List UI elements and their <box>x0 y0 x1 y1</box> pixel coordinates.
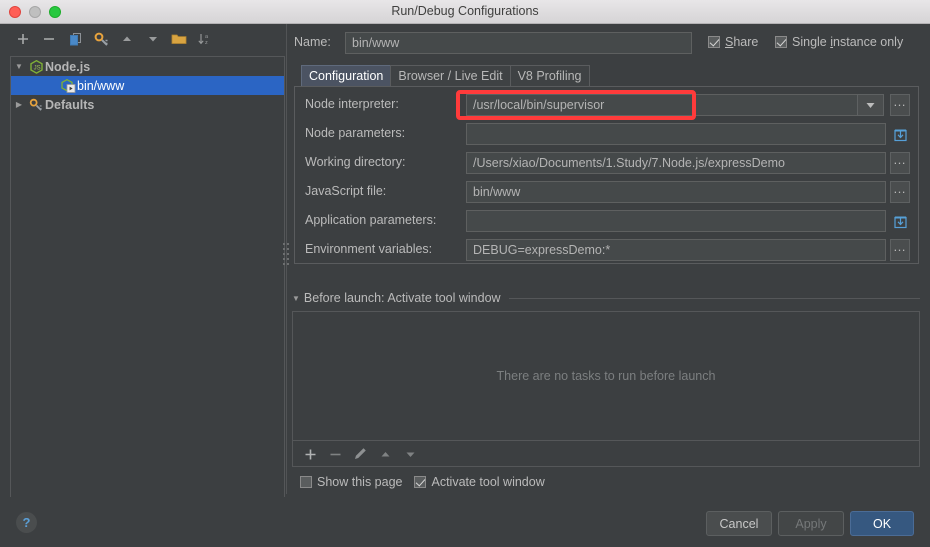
share-checkbox[interactable]: Share <box>708 35 758 49</box>
nodejs-icon: JS <box>27 59 45 74</box>
move-up-icon[interactable] <box>116 28 138 50</box>
sort-alphabetically-icon[interactable]: a z <box>194 28 216 50</box>
cancel-button[interactable]: Cancel <box>706 511 772 536</box>
tab-v8-profiling[interactable]: V8 Profiling <box>509 65 590 86</box>
field-row-application-parameters: Application parameters: <box>295 210 918 232</box>
tree-twisty-collapsed-icon[interactable]: ▶ <box>11 100 27 109</box>
working-directory-label: Working directory: <box>305 155 406 169</box>
before-launch-divider <box>508 297 920 299</box>
before-launch-task-list[interactable]: There are no tasks to run before launch <box>292 311 920 441</box>
footer-divider <box>0 497 930 498</box>
add-task-button[interactable] <box>301 445 319 463</box>
working-directory-input[interactable]: /Users/xiao/Documents/1.Study/7.Node.js/… <box>466 152 886 174</box>
splitter-grip-handle[interactable] <box>283 243 290 271</box>
node-parameters-label: Node parameters: <box>305 126 406 140</box>
activate-tool-window-label: Activate tool window <box>431 475 545 489</box>
svg-text:JS: JS <box>33 65 40 71</box>
node-parameters-expand-icon[interactable] <box>890 123 910 145</box>
node-interpreter-input[interactable]: /usr/local/bin/supervisor <box>466 94 858 116</box>
configurations-tree[interactable]: ▼ JS Node.js bin/www ▶ Defaults <box>10 56 285 498</box>
environment-variables-input[interactable]: DEBUG=expressDemo:* <box>466 239 886 261</box>
field-row-node-interpreter: Node interpreter: /usr/local/bin/supervi… <box>295 94 918 116</box>
tree-twisty-expanded-icon[interactable]: ▼ <box>11 62 27 71</box>
name-label: Name: <box>294 35 331 49</box>
tab-configuration[interactable]: Configuration <box>301 65 392 86</box>
before-launch-header[interactable]: ▼ Before launch: Activate tool window <box>292 291 920 305</box>
single-instance-checkbox[interactable]: Single instance only <box>775 35 903 49</box>
add-configuration-button[interactable] <box>12 28 34 50</box>
before-launch-empty-text: There are no tasks to run before launch <box>496 369 716 383</box>
name-row: Name: bin/www Share Single instance only <box>294 32 924 54</box>
folder-icon[interactable] <box>168 28 190 50</box>
field-row-working-directory: Working directory: /Users/xiao/Documents… <box>295 152 918 174</box>
ok-button[interactable]: OK <box>850 511 914 536</box>
application-parameters-input[interactable] <box>466 210 886 232</box>
environment-variables-label: Environment variables: <box>305 242 433 256</box>
edit-defaults-wrench-icon[interactable] <box>90 28 112 50</box>
activate-tool-window-checkbox-box[interactable] <box>414 476 427 488</box>
wrench-icon <box>27 98 45 112</box>
bottom-checkbox-row: Show this page Activate tool window <box>300 475 557 489</box>
javascript-file-label: JavaScript file: <box>305 184 387 198</box>
tree-item-label: bin/www <box>77 78 125 93</box>
name-input[interactable]: bin/www <box>345 32 692 54</box>
share-checkbox-box[interactable] <box>708 36 720 48</box>
remove-configuration-button[interactable] <box>38 28 60 50</box>
activate-tool-window-checkbox[interactable]: Activate tool window <box>414 475 545 489</box>
before-launch-toolbar <box>292 441 920 467</box>
field-row-environment-variables: Environment variables: DEBUG=expressDemo… <box>295 239 918 261</box>
copy-configuration-icon[interactable] <box>64 28 86 50</box>
configuration-fields-panel: Node interpreter: /usr/local/bin/supervi… <box>294 86 919 264</box>
field-row-javascript-file: JavaScript file: bin/www … <box>295 181 918 203</box>
tree-item-defaults[interactable]: ▶ Defaults <box>11 95 284 114</box>
node-interpreter-browse-button[interactable]: … <box>890 94 910 116</box>
remove-task-button[interactable] <box>326 445 344 463</box>
node-interpreter-label: Node interpreter: <box>305 97 399 111</box>
move-down-icon[interactable] <box>142 28 164 50</box>
environment-variables-browse-button[interactable]: … <box>890 239 910 261</box>
window-titlebar: Run/Debug Configurations <box>0 0 930 24</box>
node-interpreter-dropdown-chevron-down-icon[interactable] <box>857 94 884 116</box>
single-instance-checkbox-label: Single instance only <box>792 35 904 49</box>
javascript-file-browse-button[interactable]: … <box>890 181 910 203</box>
window-title: Run/Debug Configurations <box>391 4 539 18</box>
edit-task-pencil-icon[interactable] <box>351 445 369 463</box>
show-this-page-label: Show this page <box>317 475 403 489</box>
field-row-node-parameters: Node parameters: <box>295 123 918 145</box>
apply-button[interactable]: Apply <box>778 511 844 536</box>
run-debug-configurations-dialog: Run/Debug Configurations a z ▼ JS Node.j… <box>0 0 930 547</box>
before-launch-collapse-chevron-down-icon[interactable]: ▼ <box>292 294 300 303</box>
show-this-page-checkbox-box[interactable] <box>300 476 312 488</box>
move-task-up-icon[interactable] <box>376 445 394 463</box>
application-parameters-label: Application parameters: <box>305 213 437 227</box>
configuration-tabs[interactable]: Configuration Browser / Live Edit V8 Pro… <box>301 65 590 86</box>
tree-item-nodejs[interactable]: ▼ JS Node.js <box>11 57 284 76</box>
nodejs-run-config-icon <box>59 78 77 93</box>
working-directory-browse-button[interactable]: … <box>890 152 910 174</box>
application-parameters-expand-icon[interactable] <box>890 210 910 232</box>
tab-browser-live-edit[interactable]: Browser / Live Edit <box>390 65 511 86</box>
javascript-file-input[interactable]: bin/www <box>466 181 886 203</box>
show-this-page-checkbox[interactable]: Show this page <box>300 475 402 489</box>
help-button[interactable]: ? <box>16 512 37 533</box>
node-parameters-input[interactable] <box>466 123 886 145</box>
move-task-down-icon[interactable] <box>401 445 419 463</box>
configurations-toolbar: a z <box>0 24 294 54</box>
tree-item-label: Node.js <box>45 59 91 74</box>
single-instance-checkbox-box[interactable] <box>775 36 787 48</box>
tree-item-label: Defaults <box>45 97 95 112</box>
before-launch-title: Before launch: Activate tool window <box>303 291 501 305</box>
tree-item-bin-www[interactable]: bin/www <box>11 76 284 95</box>
svg-text:z: z <box>205 40 208 46</box>
share-checkbox-label: Share <box>725 35 759 49</box>
